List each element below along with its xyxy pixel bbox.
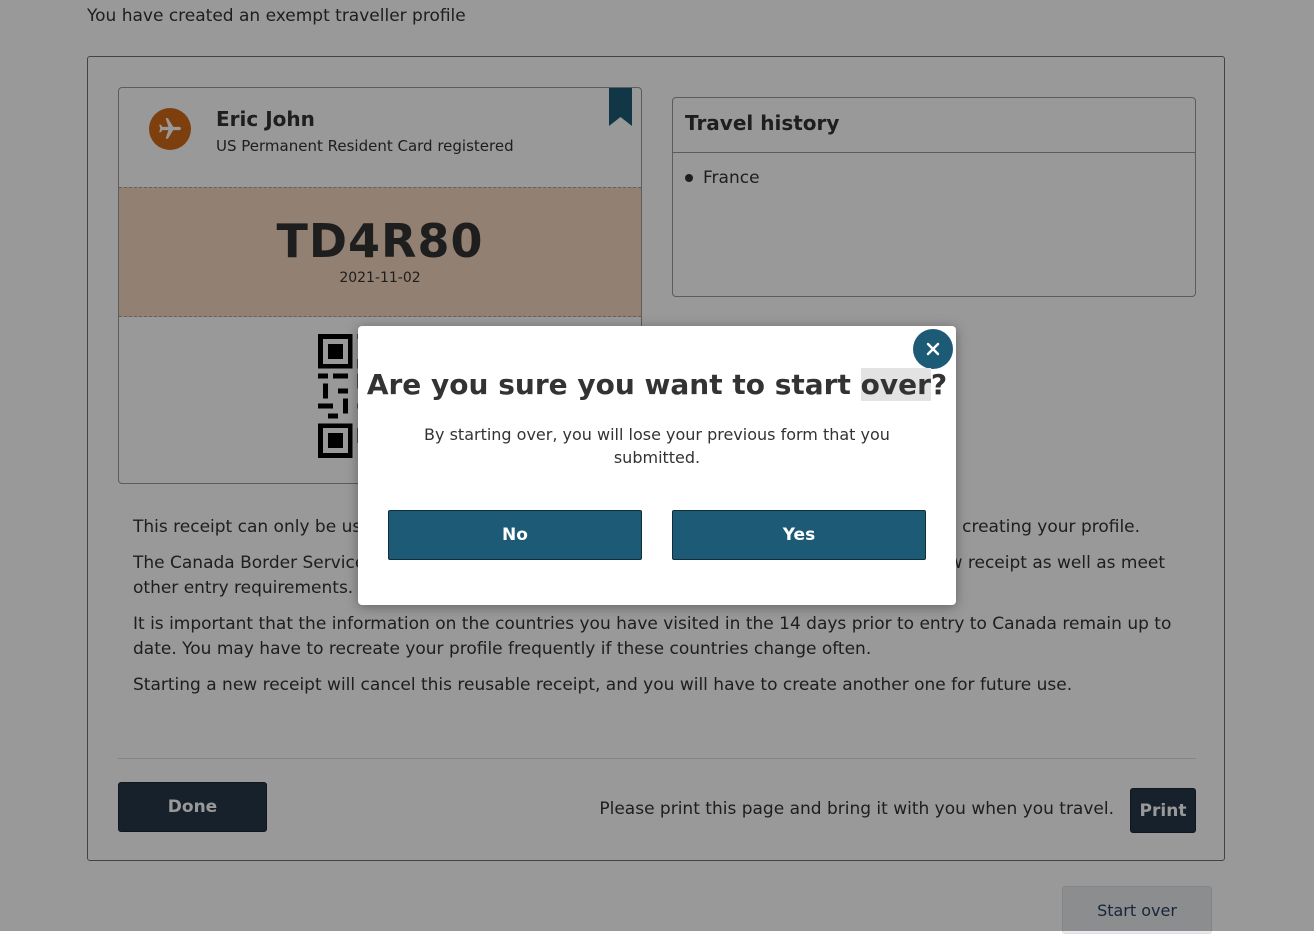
dialog-message: By starting over, you will lose your pre… (424, 425, 890, 467)
no-button[interactable]: No (388, 510, 642, 560)
confirm-dialog: Are you sure you want to start over? By … (358, 326, 956, 605)
close-button[interactable] (913, 329, 953, 369)
dialog-title-text: Are you sure you want to start (366, 368, 861, 401)
dialog-title-highlight: over (860, 368, 931, 401)
dialog-title-end: ? (930, 368, 948, 401)
close-icon (926, 342, 940, 356)
dialog-title: Are you sure you want to start over? (358, 368, 956, 401)
yes-button[interactable]: Yes (672, 510, 926, 560)
